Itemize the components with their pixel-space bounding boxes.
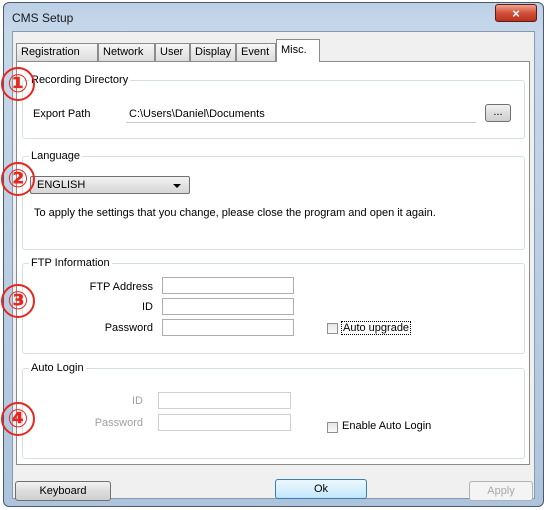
ftp-information-title: FTP Information [29,257,112,269]
annotation-marker-2: ② [1,162,35,196]
ftp-password-label: Password [104,322,153,334]
auto-upgrade-label[interactable]: Auto upgrade [341,321,412,335]
language-selected: ENGLISH [37,179,86,191]
cms-setup-window: CMS Setup × Registration Network User Di… [3,2,544,507]
auto-login-title: Auto Login [29,362,86,374]
close-button[interactable]: × [495,4,537,22]
tab-display[interactable]: Display [190,43,236,61]
recording-directory-group: Recording Directory Export Path C:\Users… [22,74,525,139]
ok-button[interactable]: Ok [275,479,367,499]
chevron-down-icon [173,184,181,188]
auto-login-password-input[interactable] [158,414,291,431]
auto-login-group: Auto Login ID Password Enable Auto Login [22,362,525,459]
language-dropdown[interactable]: ENGLISH [30,176,190,194]
ftp-password-input[interactable] [162,319,294,336]
auto-login-password-label: Password [94,417,143,429]
annotation-marker-4: ④ [1,402,35,436]
close-icon: × [512,6,520,21]
dialog-client-area: Registration Network User Display Event … [12,31,535,501]
export-path-field[interactable] [126,103,476,123]
apply-button[interactable]: Apply [469,481,533,501]
tab-registration[interactable]: Registration [16,43,98,61]
ftp-id-label: ID [142,301,153,313]
misc-tab-panel: Recording Directory Export Path C:\Users… [16,61,530,465]
browse-button[interactable]: ... [485,104,511,122]
ftp-id-input[interactable] [162,298,294,315]
language-title: Language [29,150,82,162]
language-note: To apply the settings that you change, p… [34,207,436,219]
auto-upgrade-checkbox[interactable] [327,323,338,334]
enable-auto-login-checkbox[interactable] [327,422,338,433]
ftp-information-group: FTP Information FTP Address ID Password … [22,257,525,354]
ftp-address-input[interactable] [162,277,294,294]
keyboard-button[interactable]: Keyboard [15,481,111,501]
title-bar[interactable]: CMS Setup × [4,3,543,31]
tab-network[interactable]: Network [98,43,155,61]
tab-user[interactable]: User [155,43,190,61]
enable-auto-login-label[interactable]: Enable Auto Login [342,420,431,432]
recording-directory-title: Recording Directory [29,74,131,86]
auto-login-id-input[interactable] [158,392,291,409]
tab-event[interactable]: Event [236,43,276,61]
window-title: CMS Setup [12,11,74,25]
export-path-label: Export Path [33,108,91,120]
annotation-marker-1: ① [1,67,35,101]
annotation-marker-3: ③ [1,284,35,318]
tab-misc[interactable]: Misc. [276,39,320,62]
language-group: Language ENGLISH To apply the settings t… [22,150,525,250]
ftp-address-label: FTP Address [89,281,153,293]
auto-login-id-label: ID [132,395,143,407]
